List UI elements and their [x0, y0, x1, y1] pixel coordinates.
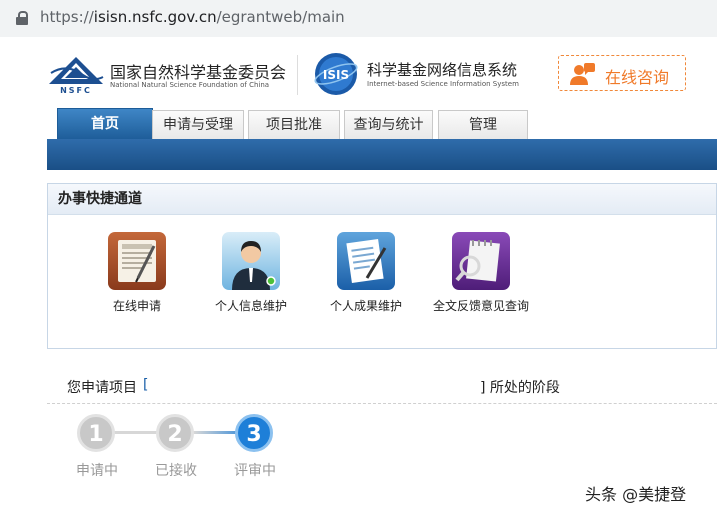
online-application-icon [108, 232, 166, 290]
application-label: 您申请项目 [67, 380, 137, 396]
quick-item-label: 在线申请 [112, 299, 161, 313]
quick-item-online-application[interactable]: 在线申请 [77, 232, 197, 314]
org-name-cn: 国家自然科学基金委员会 [110, 63, 287, 82]
progress-step-3-label: 评审中 [234, 463, 276, 479]
section-divider [47, 403, 717, 404]
tab-application[interactable]: 申请与受理 [152, 110, 244, 140]
org-name-en: National Natural Science Foundation of C… [110, 81, 270, 89]
header-divider [297, 55, 298, 95]
tab-home[interactable]: 首页 [57, 108, 153, 140]
tab-query-statistics[interactable]: 查询与统计 [344, 110, 433, 140]
application-stage-row: 您申请项目 [ ] 所处的阶段 [67, 377, 717, 396]
progress-step-1-label: 申请中 [76, 463, 118, 479]
personal-achievements-icon [337, 232, 395, 290]
tab-project-approval[interactable]: 项目批准 [248, 110, 340, 140]
tab-management[interactable]: 管理 [438, 110, 528, 140]
online-consult-button[interactable]: 在线咨询 [558, 55, 686, 91]
quick-item-label: 个人成果维护 [329, 299, 402, 313]
quick-item-feedback-query[interactable]: 全文反馈意见查询 [421, 232, 541, 314]
url-text[interactable]: https://isisn.nsfc.gov.cn/egrantweb/main [40, 8, 345, 26]
progress-step-3: 3 [235, 414, 273, 452]
progress-step-2: 2 [156, 414, 194, 452]
watermark: 头条 @美捷登 [585, 485, 687, 504]
system-name-en: Internet-based Science Information Syste… [367, 80, 519, 88]
svg-text:ISIS: ISIS [323, 68, 349, 82]
feedback-query-icon [452, 232, 510, 290]
quick-item-label: 全文反馈意见查询 [432, 299, 529, 313]
application-project-link[interactable]: [ [143, 377, 148, 393]
nav-bar [47, 139, 717, 170]
lock-icon [16, 11, 28, 25]
main-navigation: 首页 申请与受理 项目批准 查询与统计 管理 [47, 108, 717, 170]
application-stage-suffix: ] 所处的阶段 [480, 380, 560, 396]
quick-access-title: 办事快捷通道 [48, 184, 716, 215]
quick-item-personal-achievements[interactable]: 个人成果维护 [306, 232, 426, 314]
quick-item-personal-info[interactable]: 个人信息维护 [191, 232, 311, 314]
progress-step-1: 1 [77, 414, 115, 452]
quick-access-panel: 办事快捷通道 在线申请 个人信息维护 个人成果维护 全文反馈意见查询 [47, 183, 717, 349]
personal-info-icon [222, 232, 280, 290]
site-header: NSFC 国家自然科学基金委员会 National Natural Scienc… [0, 37, 717, 107]
progress-step-2-label: 已接收 [155, 463, 197, 479]
online-consult-label: 在线咨询 [605, 68, 670, 87]
svg-text:NSFC: NSFC [60, 86, 92, 95]
isis-logo-icon: ISIS [314, 53, 358, 95]
nsfc-logo-icon: NSFC [49, 57, 104, 95]
consultant-icon [570, 63, 595, 85]
quick-item-label: 个人信息维护 [214, 299, 287, 313]
browser-address-bar[interactable]: https://isisn.nsfc.gov.cn/egrantweb/main [0, 0, 717, 38]
system-name-cn: 科学基金网络信息系统 [367, 61, 518, 79]
